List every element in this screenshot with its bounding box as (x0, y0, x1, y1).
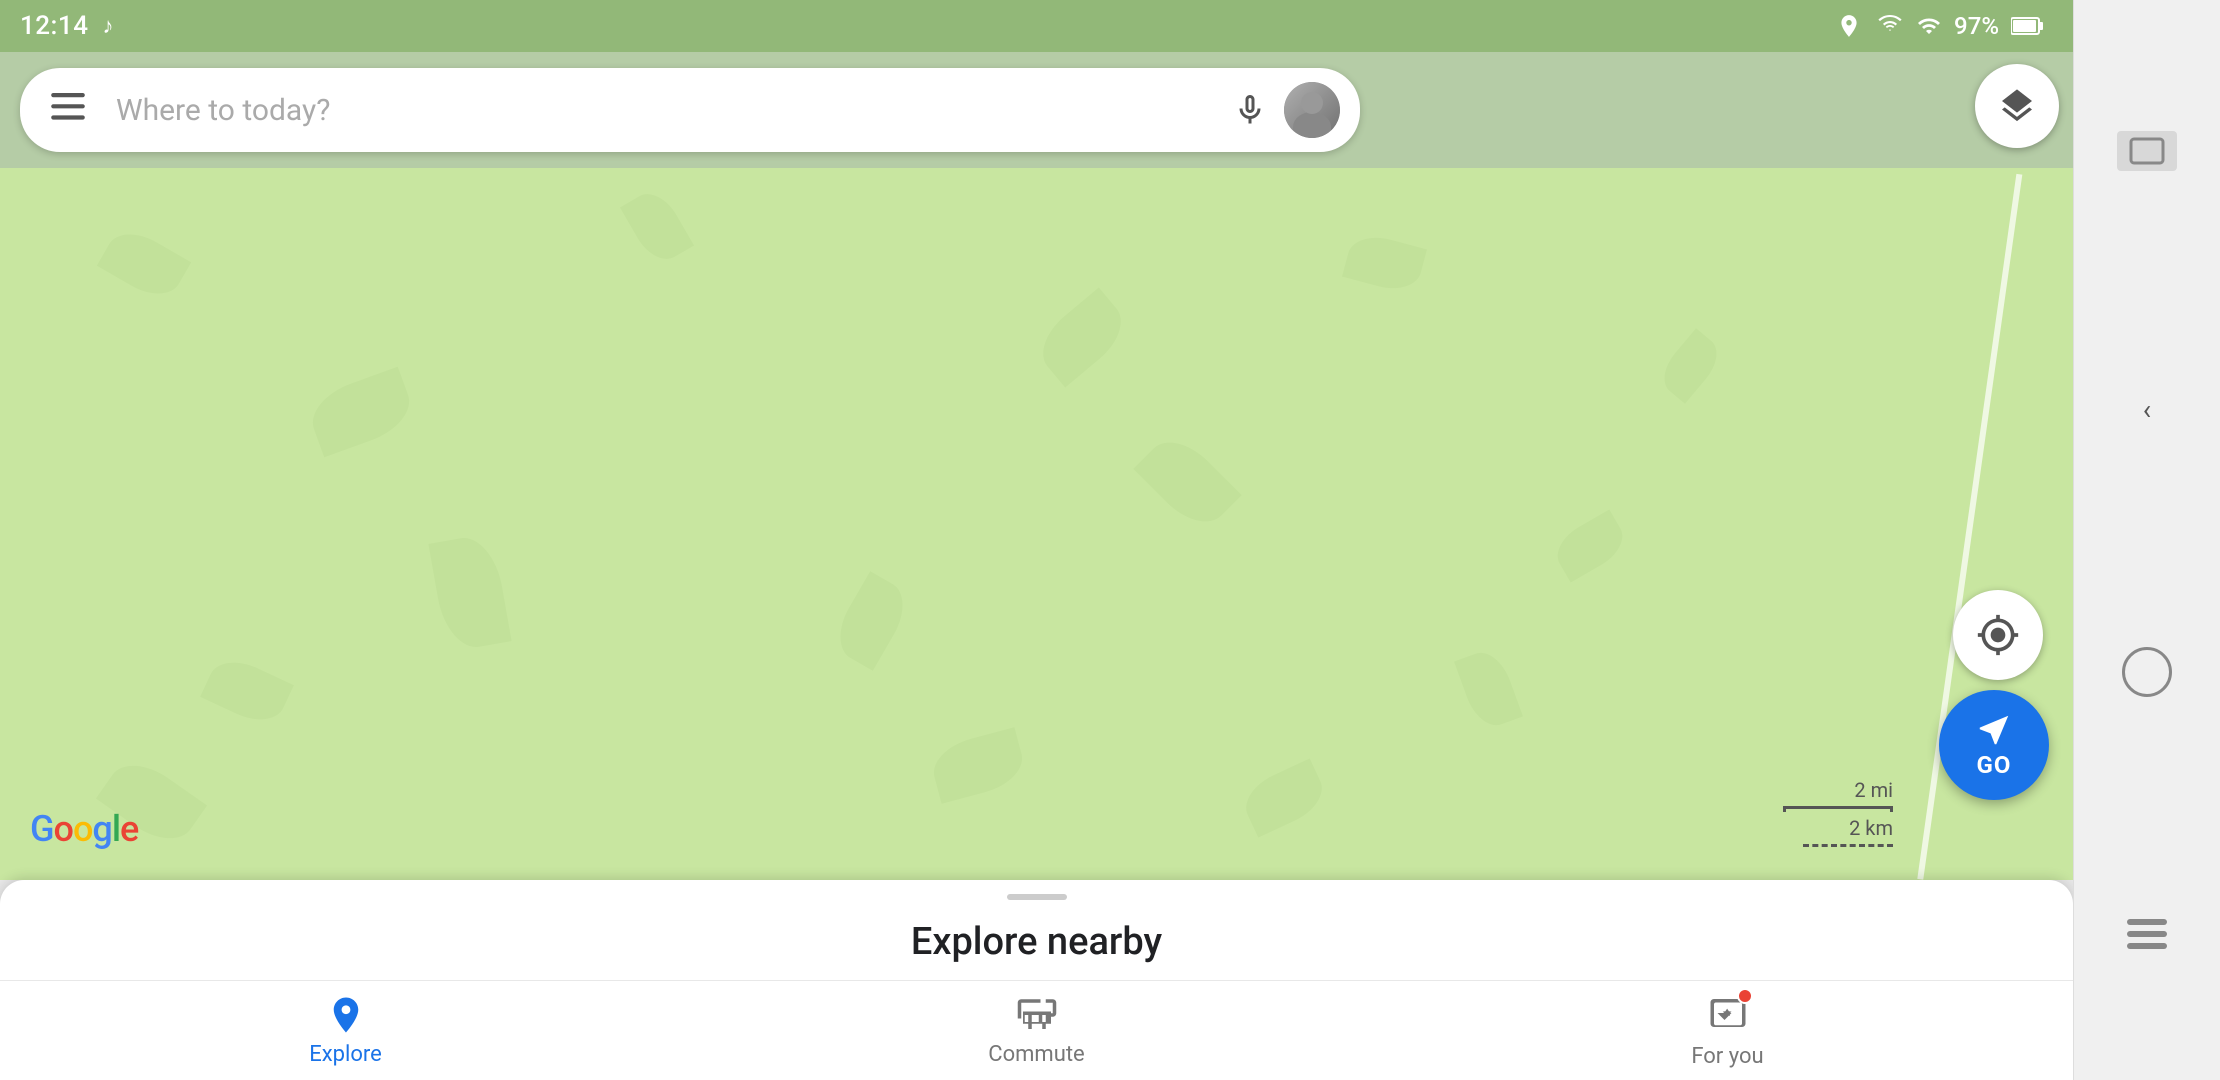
map-area[interactable]: Google 2 mi 2 km GO (0, 168, 2073, 880)
recents-line-3 (2127, 943, 2167, 949)
explore-nearby-title: Explore nearby (0, 910, 2073, 980)
recents-button[interactable] (2127, 919, 2167, 949)
scale-line-km (1803, 844, 1893, 850)
phone-area: 12:14 ♪ 97% (0, 0, 2073, 1080)
recent-apps-widget (2117, 131, 2177, 171)
user-avatar[interactable] (1284, 82, 1340, 138)
explore-tab-icon (325, 994, 367, 1036)
tab-commute[interactable]: Commute (691, 981, 1382, 1080)
bottom-nav: Explore Commute For you (0, 980, 2073, 1080)
commute-tab-icon (1016, 994, 1058, 1036)
android-navigation-sidebar: ‹ (2073, 0, 2220, 1080)
wifi-icon (1874, 14, 1904, 38)
recent-apps-icon (2129, 137, 2165, 165)
search-container: Where to today? (0, 52, 2073, 168)
status-bar: 12:14 ♪ 97% (0, 0, 2073, 52)
navigation-arrow-icon (1975, 711, 2013, 749)
microphone-icon[interactable] (1232, 85, 1268, 135)
drag-handle[interactable] (1007, 894, 1067, 900)
signal-icon (1916, 14, 1942, 38)
for-you-tab-label: For you (1691, 1044, 1763, 1069)
recents-line-1 (2127, 919, 2167, 925)
explore-tab-label: Explore (309, 1042, 382, 1067)
scale-bar: 2 mi 2 km (1783, 778, 1893, 850)
hamburger-menu-icon[interactable] (40, 81, 96, 139)
back-button[interactable]: ‹ (2143, 393, 2151, 426)
music-icon: ♪ (102, 13, 113, 39)
layer-toggle-button[interactable] (1975, 64, 2059, 148)
go-label: GO (1977, 751, 2012, 779)
google-logo: Google (30, 808, 138, 850)
bottom-panel: Explore nearby Explore Commute (0, 880, 2073, 1080)
notification-dot (1737, 988, 1753, 1004)
scale-label-km: 2 km (1849, 816, 1893, 840)
location-status-icon (1836, 13, 1862, 39)
tab-for-you[interactable]: For you (1382, 981, 2073, 1080)
status-left: 12:14 ♪ (20, 11, 113, 41)
target-icon (1976, 613, 2020, 657)
tab-explore[interactable]: Explore (0, 981, 691, 1080)
recents-line-2 (2127, 931, 2167, 937)
status-time: 12:14 (20, 11, 88, 41)
layers-icon (1997, 86, 2037, 126)
map-texture (0, 168, 2073, 880)
go-button[interactable]: GO (1939, 690, 2049, 800)
battery-text: 97% (1954, 12, 1999, 40)
my-location-button[interactable] (1953, 590, 2043, 680)
battery-icon (2011, 16, 2043, 36)
commute-tab-label: Commute (988, 1042, 1084, 1067)
for-you-icon-wrapper (1707, 992, 1749, 1038)
status-right: 97% (1836, 12, 2043, 40)
home-button[interactable] (2122, 647, 2172, 697)
scale-label-mi: 2 mi (1854, 778, 1893, 802)
scale-line-mi (1783, 806, 1893, 812)
search-placeholder-text: Where to today? (116, 93, 1232, 128)
search-bar[interactable]: Where to today? (20, 68, 1360, 152)
